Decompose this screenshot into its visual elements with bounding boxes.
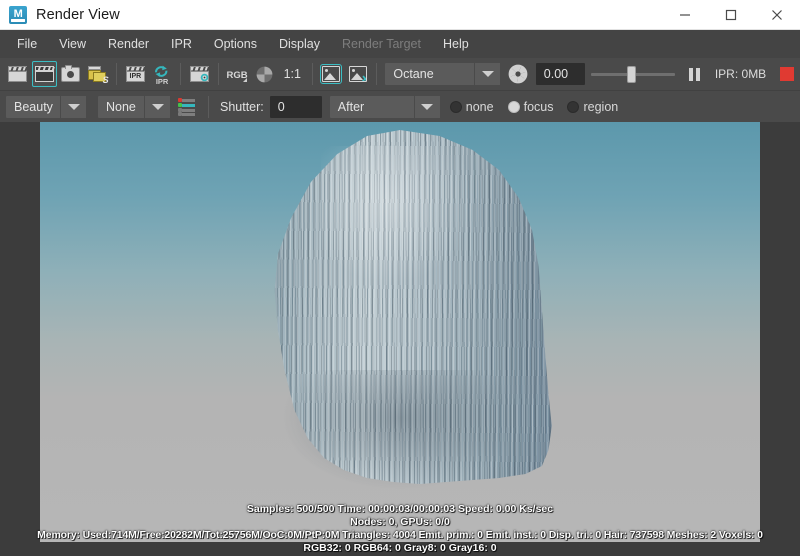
chevron-down-icon[interactable] [60,95,86,118]
stats-nodes-line: Nodes: 0, GPUs: 0/0 [350,516,450,528]
remove-x-glyph: ✕ [360,75,366,82]
rgb-channel-icon[interactable]: RGB [225,61,250,87]
rgb-glyph: RGB [227,65,249,83]
remove-image-icon[interactable]: ✕ [346,61,371,87]
render-region-slate-glyph [34,66,55,82]
pause-glyph [687,67,701,81]
render-statistics: Samples: 500/500 Time: 00:00:03/00:00:03… [0,503,800,556]
radio-focus-label: focus [523,99,554,114]
toolbar-separator-2 [180,63,182,85]
snapshot-camera-icon[interactable] [59,61,84,87]
aov-value: None [106,99,136,114]
hair-highlight [320,146,473,282]
stop-icon[interactable] [774,61,799,87]
render-settings-icon[interactable] [187,61,212,87]
slider-handle[interactable] [626,66,636,83]
toolbar-secondary: Beauty None Shutter: 0 After none focus … [0,90,800,122]
renderer-select[interactable]: Octane [385,63,501,85]
close-button[interactable] [754,0,800,30]
render-slate-glyph [7,66,28,82]
shutter-mode-select[interactable]: After [329,95,440,118]
ipr-render-icon[interactable]: IPR [123,61,148,87]
minimize-button[interactable] [662,0,708,30]
alpha-glyph [256,66,273,83]
radio-none-label: none [465,99,494,114]
zoom-ratio-label[interactable]: 1:1 [278,67,307,81]
chevron-down-icon[interactable] [144,95,170,118]
radio-none[interactable] [449,100,462,113]
stop-glyph [779,67,794,81]
render-view-window: M Render View File View Render IPR Optio… [0,0,800,556]
channel-list-glyph [178,98,198,116]
aperture-glyph [508,64,528,84]
render-pass-value: Beauty [14,99,53,114]
picker-mode-group: none focus region [449,99,628,114]
radio-focus[interactable] [507,100,520,113]
menu-file[interactable]: File [6,33,48,55]
exposure-value: 0.00 [543,67,569,81]
chevron-down-icon[interactable] [474,63,501,85]
render-clapper-icon[interactable] [5,61,30,87]
render-pass-select[interactable]: Beauty [6,95,86,118]
channel-list-icon[interactable] [174,94,202,120]
keep-image-glyph [320,64,343,84]
chevron-down-icon[interactable] [413,95,440,118]
exposure-slider[interactable] [591,63,676,85]
sequence-glyph: S [87,65,109,85]
toolbar-separator-5 [376,63,378,85]
ipr-memory-label: IPR: 0MB [714,67,767,81]
rendered-image[interactable] [40,122,760,542]
refresh-glyph: IPR [152,64,172,86]
camera-glyph [61,64,81,82]
aperture-icon[interactable] [506,61,531,87]
toolbar-separator-3 [218,63,220,85]
hair-shadow [281,370,519,490]
toolbar-separator-4 [311,63,313,85]
ipr-slate-glyph: IPR [125,66,146,82]
alpha-channel-icon[interactable] [252,61,277,87]
window-title: Render View [36,6,120,23]
maya-logo-icon: M [9,5,27,24]
stats-memory-line: Memory: Used:714M/Free:20282M/Tot:25756M… [37,529,763,541]
ipr-refresh-label: IPR [155,77,169,86]
radio-region[interactable] [567,100,580,113]
render-region-clapper-icon[interactable] [31,61,57,87]
keep-image-icon[interactable] [319,61,344,87]
stats-bitdepth-line: RGB32: 0 RGB64: 0 Gray8: 0 Gray16: 0 [303,542,497,554]
menu-display[interactable]: Display [268,33,331,55]
shutter-input[interactable]: 0 [269,95,322,118]
settings-slate-glyph [190,66,211,82]
stats-samples-line: Samples: 500/500 Time: 00:00:03/00:00:03… [246,503,554,515]
toolbar-primary: S IPR IPR RGB 1:1 Octane 0.00 IPR: 0MB [0,58,800,90]
aov-select[interactable]: None [98,95,170,118]
sequence-s-label: S [102,74,109,85]
menu-ipr[interactable]: IPR [160,33,203,55]
menu-render[interactable]: Render [97,33,160,55]
render-sequence-icon[interactable]: S [85,61,110,87]
menubar: File View Render IPR Options Display Ren… [0,30,800,58]
radio-region-label: region [583,99,619,114]
render-canvas[interactable]: Samples: 500/500 Time: 00:00:03/00:00:03… [0,122,800,556]
exposure-input[interactable]: 0.00 [535,63,586,85]
hair-character-render [235,130,565,530]
maximize-button[interactable] [708,0,754,30]
ipr-slate-label: IPR [129,73,142,80]
toolbar2-separator [208,95,209,118]
remove-image-glyph: ✕ [349,66,367,82]
renderer-value: Octane [393,67,434,81]
pause-icon[interactable] [682,61,707,87]
shutter-label: Shutter: [220,99,264,114]
ipr-refresh-icon[interactable]: IPR [150,61,175,87]
shutter-value: 0 [277,99,285,114]
shutter-mode-value: After [337,99,365,114]
menu-render-target: Render Target [341,37,421,51]
menu-view[interactable]: View [48,33,97,55]
titlebar: M Render View [0,0,800,30]
menu-help[interactable]: Help [432,33,480,55]
menu-options[interactable]: Options [203,33,268,55]
toolbar-separator [116,63,118,85]
